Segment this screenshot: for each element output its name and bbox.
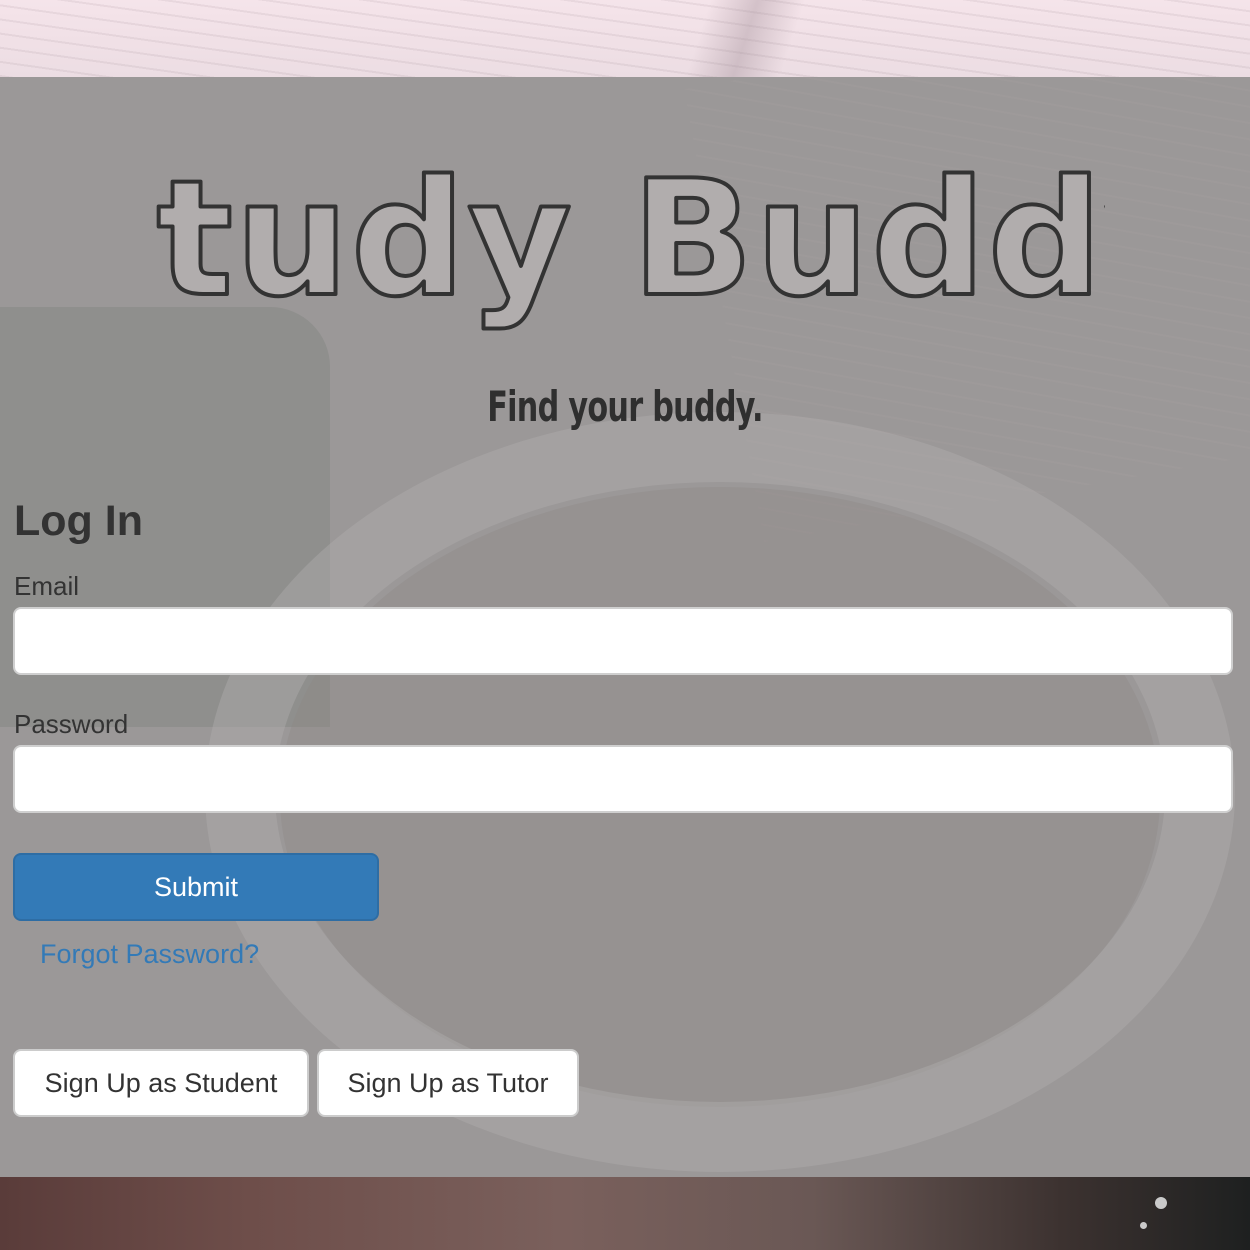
- site-logo: Study Buddy: [0, 149, 1250, 339]
- logo-wordmark: Study Buddy: [145, 149, 1105, 334]
- login-heading: Log In: [14, 497, 143, 545]
- submit-button[interactable]: Submit: [13, 853, 379, 921]
- signup-student-button[interactable]: Sign Up as Student: [13, 1049, 309, 1117]
- email-input[interactable]: [13, 607, 1233, 675]
- background-table: [0, 1177, 1250, 1250]
- password-input[interactable]: [13, 745, 1233, 813]
- email-label: Email: [14, 571, 80, 601]
- logo-text: Study Buddy: [145, 149, 1105, 332]
- signup-tutor-button[interactable]: Sign Up as Tutor: [317, 1049, 579, 1117]
- background-book-pages: [0, 0, 1250, 111]
- login-panel: Study Buddy Find your buddy. Log In Emai…: [0, 77, 1250, 1177]
- tagline: Find your buddy.: [487, 382, 763, 431]
- forgot-password-link[interactable]: Forgot Password?: [40, 939, 259, 970]
- password-label: Password: [14, 709, 129, 739]
